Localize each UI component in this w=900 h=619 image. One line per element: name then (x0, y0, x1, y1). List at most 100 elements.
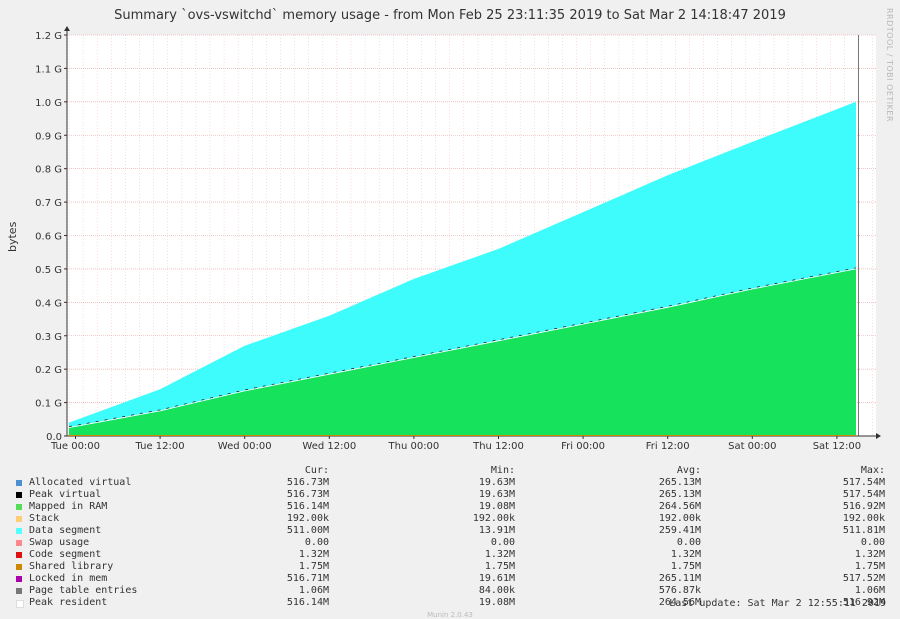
legend-cur-value: 516.14M (286, 501, 329, 512)
legend-avg-value: 265.11M (658, 573, 701, 584)
legend-series-name: Shared library (29, 561, 114, 572)
legend-max-value: 516.92M (842, 501, 885, 512)
legend-cur-value: 511.00M (286, 525, 329, 536)
legend-cur-value: 516.73M (286, 489, 329, 500)
legend-swatch (16, 600, 24, 608)
legend-min-value: 19.08M (478, 501, 515, 512)
legend-row: Mapped in RAM 516.14M 19.08M 264.56M 516.92M (14, 501, 890, 513)
legend-max-value: 517.52M (842, 573, 885, 584)
y-tick-label: 0.6 G (35, 232, 62, 243)
last-update-text: Last update: Sat Mar 2 12:55:11 2019 (669, 598, 886, 609)
x-tick-label: Thu 12:00 (472, 441, 524, 452)
legend-cur-value: 192.00k (286, 513, 329, 524)
y-tick-label: 0.5 G (35, 265, 62, 276)
x-tick-label: Tue 00:00 (50, 441, 100, 452)
plot-area: 0.00.1 G0.2 G0.3 G0.4 G0.5 G0.6 G0.7 G0.… (35, 26, 881, 452)
legend-max-value: 1.75M (854, 561, 885, 572)
legend-max-value: 517.54M (842, 477, 885, 488)
legend-min-value: 1.32M (484, 549, 515, 560)
legend-rows: Allocated virtual 516.73M 19.63M 265.13M 517… (14, 477, 890, 609)
legend-swatch (16, 504, 22, 510)
legend-table: Cur: Min: Avg: Max: Allocated virtual 516… (14, 465, 890, 609)
legend-series-name: Page table entries (29, 585, 138, 596)
legend-max-value: 192.00k (842, 513, 885, 524)
legend-swatch (16, 492, 22, 498)
x-tick-label: Sat 00:00 (728, 441, 776, 452)
y-tick-label: 0.4 G (35, 298, 62, 309)
y-tick-label: 0.7 G (35, 198, 62, 209)
legend-min-value: 19.63M (478, 477, 515, 488)
legend-max-value: 1.06M (854, 585, 885, 596)
legend-min-value: 1.75M (484, 561, 515, 572)
legend-avg-value: 265.13M (658, 477, 701, 488)
legend-row: Data segment 511.00M 13.91M 259.41M 511.81M (14, 525, 890, 537)
legend-swatch (16, 576, 22, 582)
legend-row: Stack 192.00k 192.00k 192.00k 192.00k (14, 513, 890, 525)
legend-header-cur: Cur: (304, 465, 329, 476)
legend-min-value: 19.61M (478, 573, 515, 584)
legend-row: Swap usage 0.00 0.00 0.00 0.00 (14, 537, 890, 549)
y-tick-label: 0.3 G (35, 332, 62, 343)
legend-max-value: 1.32M (854, 549, 885, 560)
legend-swatch (16, 516, 22, 522)
y-tick-label: 1.1 G (35, 64, 62, 75)
legend-avg-value: 576.87k (658, 585, 701, 596)
legend-min-value: 192.00k (472, 513, 515, 524)
y-tick-label: 0.8 G (35, 165, 62, 176)
legend-cur-value: 516.71M (286, 573, 329, 584)
x-tick-label: Tue 12:00 (135, 441, 185, 452)
legend-avg-value: 1.75M (670, 561, 701, 572)
legend-series-name: Code segment (29, 549, 102, 560)
y-tick-label: 0.9 G (35, 131, 62, 142)
x-tick-label: Fri 12:00 (646, 441, 690, 452)
legend-header: Cur: Min: Avg: Max: (14, 465, 890, 477)
y-axis-arrow (64, 26, 70, 31)
legend-row: Locked in mem 516.71M 19.61M 265.11M 517.52M (14, 573, 890, 585)
munin-version: Munin 2.0.43 (427, 611, 473, 619)
legend-series-name: Locked in mem (29, 573, 108, 584)
legend-row: Peak virtual 516.73M 19.63M 265.13M 517.54M (14, 489, 890, 501)
legend-header-min: Min: (490, 465, 515, 476)
legend-row: Page table entries 1.06M 84.00k 576.87k 1.06… (14, 585, 890, 597)
legend-swatch (16, 528, 22, 534)
x-axis-arrow (876, 433, 881, 439)
legend-swatch (16, 552, 22, 558)
legend-cur-value: 1.06M (298, 585, 329, 596)
legend-avg-value: 1.32M (670, 549, 701, 560)
legend-series-name: Allocated virtual (29, 477, 132, 488)
legend-max-value: 517.54M (842, 489, 885, 500)
legend-cur-value: 516.73M (286, 477, 329, 488)
legend-avg-value: 259.41M (658, 525, 701, 536)
x-tick-label: Wed 12:00 (302, 441, 356, 452)
legend-max-value: 511.81M (842, 525, 885, 536)
legend-avg-value: 265.13M (658, 489, 701, 500)
legend-series-name: Peak virtual (29, 489, 102, 500)
legend-cur-value: 1.75M (298, 561, 329, 572)
legend-avg-value: 0.00 (676, 537, 701, 548)
legend-series-name: Swap usage (29, 537, 90, 548)
legend-min-value: 84.00k (478, 585, 515, 596)
legend-swatch (16, 480, 22, 486)
x-tick-label: Thu 00:00 (388, 441, 440, 452)
legend-min-value: 19.08M (478, 597, 515, 608)
legend-min-value: 19.63M (478, 489, 515, 500)
legend-header-max: Max: (860, 465, 885, 476)
legend-swatch (16, 564, 22, 570)
y-tick-label: 0.2 G (35, 365, 62, 376)
legend-row: Allocated virtual 516.73M 19.63M 265.13M 517… (14, 477, 890, 489)
legend-cur-value: 0.00 (304, 537, 329, 548)
legend-series-name: Data segment (29, 525, 102, 536)
legend-series-name: Mapped in RAM (29, 501, 108, 512)
legend-avg-value: 264.56M (658, 501, 701, 512)
x-tick-label: Sat 12:00 (813, 441, 861, 452)
legend-min-value: 13.91M (478, 525, 515, 536)
legend-max-value: 0.00 (860, 537, 885, 548)
legend-row: Shared library 1.75M 1.75M 1.75M 1.75M (14, 561, 890, 573)
legend-swatch (16, 588, 22, 594)
legend-row: Code segment 1.32M 1.32M 1.32M 1.32M (14, 549, 890, 561)
legend-cur-value: 1.32M (298, 549, 329, 560)
legend-series-name: Stack (29, 513, 60, 524)
y-tick-label: 1.2 G (35, 31, 62, 42)
legend-min-value: 0.00 (490, 537, 515, 548)
legend-avg-value: 192.00k (658, 513, 701, 524)
